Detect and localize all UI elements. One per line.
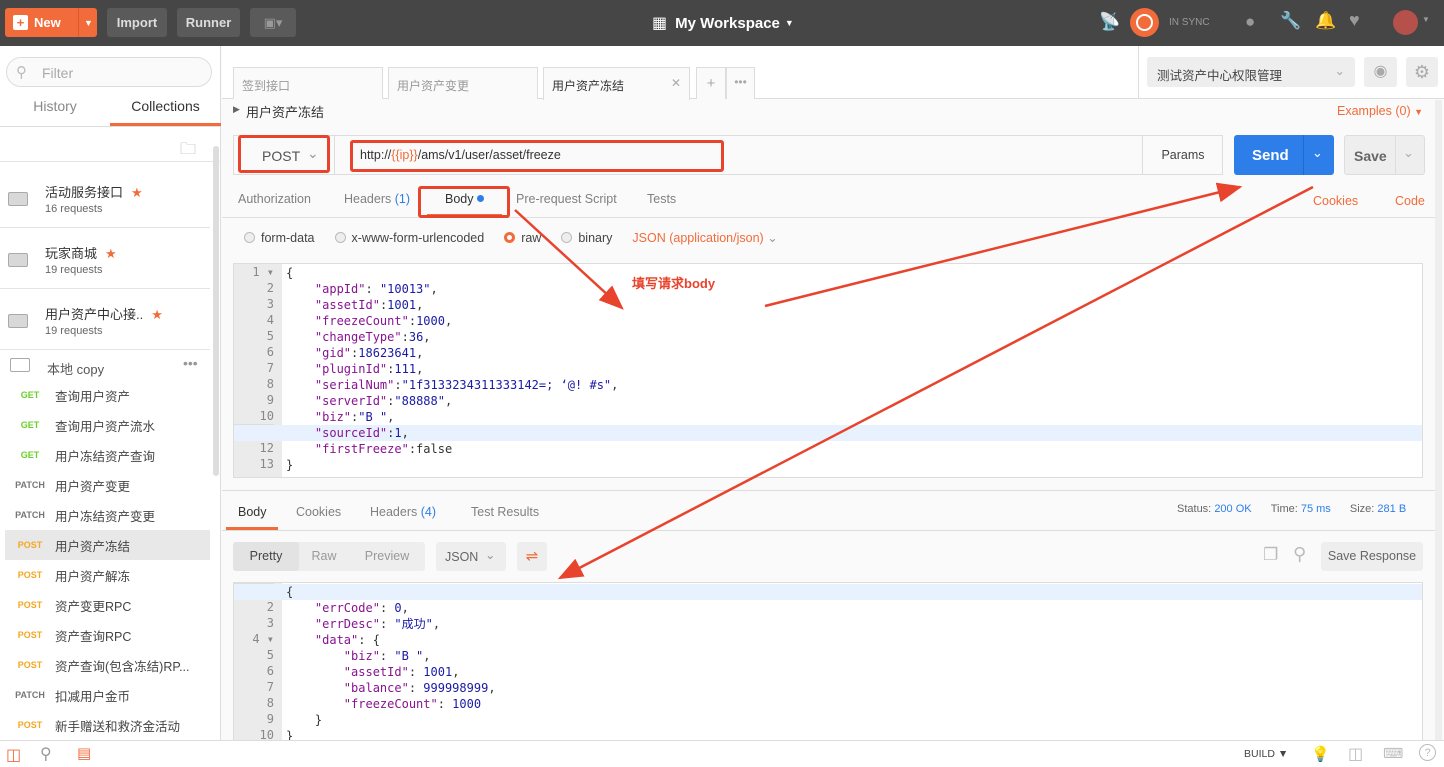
arrow-to-response: [557, 185, 1314, 580]
arrow-to-send: [764, 182, 1243, 308]
annotation-arrows: [514, 182, 1314, 580]
arrow-body-to-editor: [514, 209, 624, 310]
